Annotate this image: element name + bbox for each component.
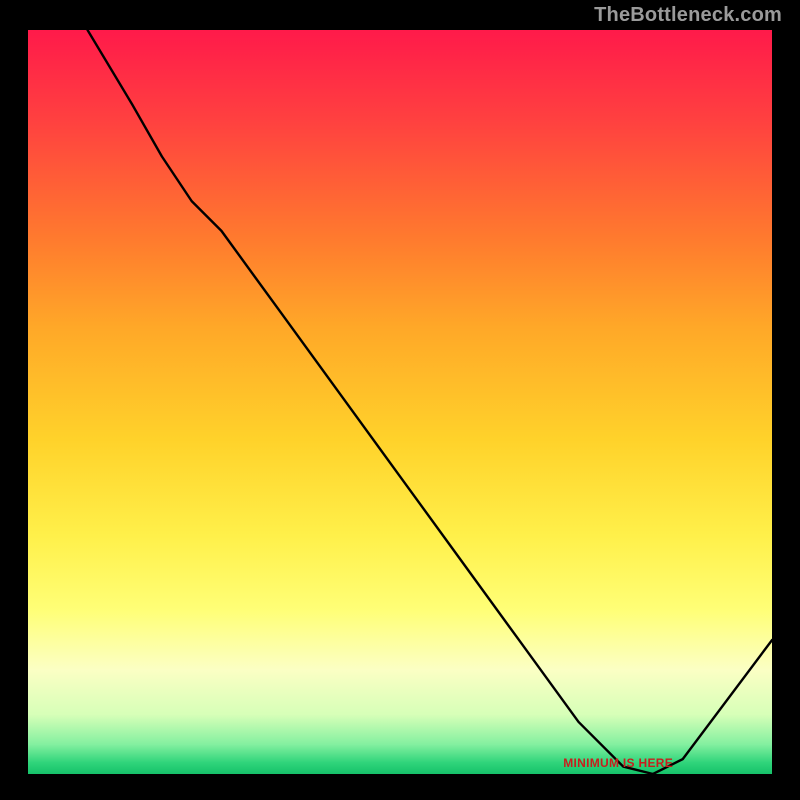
curve-path bbox=[88, 30, 772, 774]
plot-area: MINIMUM IS HERE bbox=[28, 30, 772, 774]
bottleneck-curve bbox=[28, 30, 772, 774]
minimum-marker-label: MINIMUM IS HERE bbox=[563, 756, 673, 770]
chart-stage: TheBottleneck.com MINIMUM IS HERE bbox=[0, 0, 800, 800]
attribution-label: TheBottleneck.com bbox=[594, 4, 782, 27]
